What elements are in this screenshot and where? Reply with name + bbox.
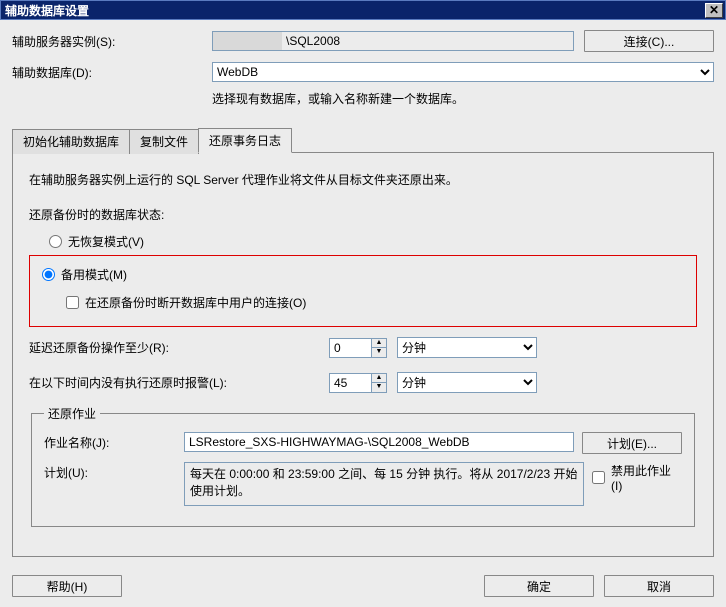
alert-spinner[interactable]: ▲ ▼ — [329, 373, 389, 393]
secondary-db-select[interactable]: WebDB — [212, 62, 714, 82]
schedule-button[interactable]: 计划(E)... — [582, 432, 682, 454]
restore-info-text: 在辅助服务器实例上运行的 SQL Server 代理作业将文件从目标文件夹还原出… — [29, 171, 697, 188]
delay-unit-select[interactable]: 分钟 — [397, 337, 537, 358]
restore-job-legend: 还原作业 — [44, 405, 100, 422]
disable-job-input[interactable] — [592, 471, 605, 484]
server-instance-label: 辅助服务器实例(S): — [12, 33, 212, 50]
delay-spinner[interactable]: ▲ ▼ — [329, 338, 389, 358]
radio-standby-input[interactable] — [42, 268, 55, 281]
cancel-button[interactable]: 取消 — [604, 575, 714, 597]
check-disconnect[interactable]: 在还原备份时断开数据库中用户的连接(O) — [66, 294, 306, 311]
alert-threshold-label: 在以下时间内没有执行还原时报警(L): — [29, 374, 329, 391]
ok-button[interactable]: 确定 — [484, 575, 594, 597]
tab-init[interactable]: 初始化辅助数据库 — [12, 129, 130, 154]
delay-down-icon[interactable]: ▼ — [371, 347, 387, 358]
tab-restore[interactable]: 还原事务日志 — [198, 128, 292, 153]
schedule-description: 每天在 0:00:00 和 23:59:00 之间、每 15 分钟 执行。将从 … — [184, 462, 584, 506]
alert-up-icon[interactable]: ▲ — [371, 373, 387, 383]
dialog-content: 辅助服务器实例(S): 连接(C)... 辅助数据库(D): WebDB 选择现… — [0, 20, 726, 607]
delay-value-input[interactable] — [329, 338, 371, 358]
alert-value-input[interactable] — [329, 373, 371, 393]
db-hint-text: 选择现有数据库，或输入名称新建一个数据库。 — [212, 90, 714, 107]
restore-job-group: 还原作业 作业名称(J): 计划(E)... 计划(U): 每天在 0:00:0… — [31, 405, 695, 527]
alert-down-icon[interactable]: ▼ — [371, 382, 387, 393]
delay-restore-label: 延迟还原备份操作至少(R): — [29, 339, 329, 356]
job-name-input[interactable] — [184, 432, 574, 452]
help-button[interactable]: 帮助(H) — [12, 575, 122, 597]
check-disconnect-input[interactable] — [66, 296, 79, 309]
server-prefix-blur — [212, 31, 282, 51]
close-icon[interactable]: ✕ — [705, 3, 723, 18]
radio-standby[interactable]: 备用模式(M) — [42, 266, 127, 283]
window-title: 辅助数据库设置 — [5, 2, 705, 19]
server-instance-field — [212, 31, 574, 51]
dialog-footer: 帮助(H) 确定 取消 — [12, 575, 714, 597]
tab-strip: 初始化辅助数据库 复制文件 还原事务日志 — [12, 127, 714, 153]
check-disconnect-label: 在还原备份时断开数据库中用户的连接(O) — [85, 294, 306, 311]
tab-panel-restore: 在辅助服务器实例上运行的 SQL Server 代理作业将文件从目标文件夹还原出… — [12, 153, 714, 557]
alert-unit-select[interactable]: 分钟 — [397, 372, 537, 393]
radio-no-recovery-input[interactable] — [49, 235, 62, 248]
server-instance-input[interactable] — [282, 31, 574, 51]
secondary-db-label: 辅助数据库(D): — [12, 64, 212, 81]
disable-job-check[interactable]: 禁用此作业(I) — [592, 462, 682, 493]
job-name-label: 作业名称(J): — [44, 432, 184, 451]
schedule-label: 计划(U): — [44, 462, 184, 481]
standby-highlight-box: 备用模式(M) 在还原备份时断开数据库中用户的连接(O) — [29, 255, 697, 327]
titlebar: 辅助数据库设置 ✕ — [0, 0, 726, 20]
radio-no-recovery-label: 无恢复模式(V) — [68, 233, 144, 250]
delay-up-icon[interactable]: ▲ — [371, 338, 387, 348]
db-state-label: 还原备份时的数据库状态: — [29, 206, 697, 223]
tab-copy[interactable]: 复制文件 — [129, 129, 199, 154]
connect-button[interactable]: 连接(C)... — [584, 30, 714, 52]
radio-no-recovery[interactable]: 无恢复模式(V) — [49, 233, 144, 250]
disable-job-label: 禁用此作业(I) — [611, 462, 682, 493]
radio-standby-label: 备用模式(M) — [61, 266, 127, 283]
